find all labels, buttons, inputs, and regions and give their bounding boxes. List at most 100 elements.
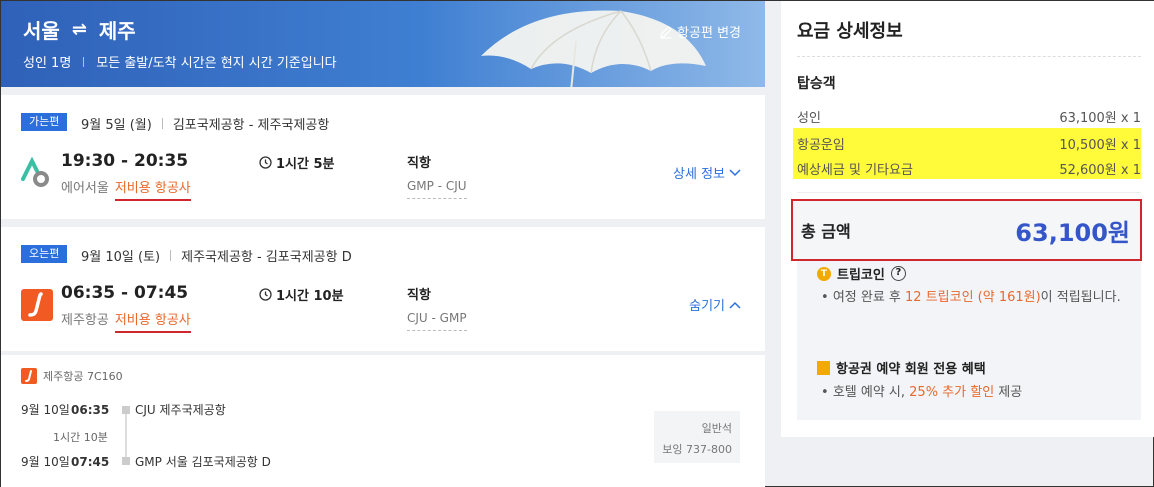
divider <box>170 250 172 261</box>
fare-details-panel: 요금 상세정보 탑승객 성인 63,100원 x 1 항공운임 10,500원 … <box>781 1 1154 437</box>
hotel-icon <box>817 360 830 375</box>
return-duration: 1시간 10분 <box>259 285 344 304</box>
return-airline-line: 제주항공 저비용 항공사 <box>61 309 191 333</box>
departure-time: 06:35 <box>71 402 110 417</box>
outbound-times: 19:30 - 20:35 <box>61 151 189 171</box>
aircraft-type: 보잉 737-800 <box>662 443 732 456</box>
fare-label: 예상세금 및 기타요금 <box>797 163 913 178</box>
change-flight-label: 항공편 변경 <box>677 26 741 41</box>
return-airline: 제주항공 <box>61 313 109 328</box>
outbound-flight-card: 가는편 9월 5일 (월) 김포국제공항 - 제주국제공항 19:30 - 20… <box>1 95 765 219</box>
jeju-air-logo-icon <box>21 289 53 321</box>
segment-header: 제주항공 7C160 <box>21 368 123 384</box>
total-amount: 63,100원 <box>1015 218 1130 247</box>
return-airport-codes: CJU - GMP <box>407 311 467 331</box>
divider <box>161 118 163 129</box>
return-tag: 오는편 <box>21 245 68 263</box>
change-flight-button[interactable]: 항공편 변경 <box>659 22 741 41</box>
route-header: 서울 ⇌ 제주 성인 1명 모든 출발/도착 시간은 현지 시간 기준입니다 항… <box>1 1 765 87</box>
arrival-time: 07:45 <box>71 454 110 469</box>
tripcoin-text-post: 이 적립됩니다. <box>1040 290 1121 305</box>
return-date-route: 9월 10일 (토) 제주국제공항 - 김포국제공항 D <box>81 246 352 265</box>
return-direct: 직항 <box>407 288 431 303</box>
member-benefit-title-row: 항공권 예약 회원 전용 혜택 <box>817 358 986 377</box>
outbound-airline: 에어서울 <box>61 181 109 196</box>
departure-airport: CJU 제주국제공항 <box>135 403 226 417</box>
fare-value: 63,100원 x 1 <box>1059 111 1141 126</box>
outbound-duration: 1시간 5분 <box>259 153 335 172</box>
chevron-up-icon <box>729 301 741 309</box>
benefits-box: T 트립코인 ? • 여정 완료 후 12 트립코인 (약 161원)이 적립됩… <box>797 254 1141 420</box>
fare-label: 항공운임 <box>797 138 845 153</box>
tripcoin-text: • 여정 완료 후 12 트립코인 (약 161원)이 적립됩니다. <box>821 290 1121 305</box>
member-benefit-title: 항공권 예약 회원 전용 혜택 <box>836 362 986 377</box>
return-toggle-label: 숨기기 <box>689 299 725 314</box>
chevron-down-icon <box>729 168 741 176</box>
outbound-airline-line: 에어서울 저비용 항공사 <box>61 177 191 201</box>
cabin-class: 일반석 <box>701 422 732 435</box>
segment-duration: 1시간 10분 <box>53 431 108 444</box>
fare-row-taxes: 예상세금 및 기타요금 52,600원 x 1 <box>797 159 1141 178</box>
coin-icon: T <box>817 266 831 281</box>
return-flight-card: 오는편 9월 10일 (토) 제주국제공항 - 김포국제공항 D 06:35 -… <box>1 227 765 351</box>
segment-arrival: 9월 10일 07:45 GMP 서울 김포국제공항 D <box>21 453 271 470</box>
clock-icon <box>259 156 272 169</box>
tripcoin-text-pre: 여정 완료 후 <box>832 290 906 305</box>
departure-date: 9월 10일 <box>21 403 70 417</box>
swap-arrows-icon: ⇌ <box>71 19 87 40</box>
segment-timeline <box>125 407 127 457</box>
arrival-airport: GMP 서울 김포국제공항 D <box>135 455 271 469</box>
outbound-tag: 가는편 <box>21 113 68 131</box>
total-amount-box: 총 금액 63,100원 <box>791 199 1142 261</box>
return-date: 9월 10일 (토) <box>81 250 161 265</box>
return-times: 06:35 - 07:45 <box>61 283 189 303</box>
outbound-toggle-label: 상세 정보 <box>673 167 725 182</box>
destination-city: 제주 <box>98 19 136 43</box>
return-duration-text: 1시간 10분 <box>276 289 344 304</box>
fare-row-adult: 성인 63,100원 x 1 <box>797 107 1141 126</box>
fare-label: 성인 <box>797 111 821 126</box>
fare-value: 10,500원 x 1 <box>1059 138 1141 153</box>
beach-umbrella-illustration <box>481 10 706 87</box>
outbound-airport-codes: GMP - CJU <box>407 179 467 199</box>
outbound-route: 김포국제공항 - 제주국제공항 <box>172 118 330 133</box>
jeju-air-logo-icon <box>21 368 37 384</box>
pencil-icon <box>660 25 672 39</box>
fare-title: 요금 상세정보 <box>797 21 903 42</box>
member-discount: 25% 추가 할인 <box>909 385 995 400</box>
total-label: 총 금액 <box>801 222 851 241</box>
divider <box>797 56 1141 57</box>
fare-value: 52,600원 x 1 <box>1059 163 1141 178</box>
help-icon[interactable]: ? <box>890 266 906 281</box>
tripcoin-amount: 12 트립코인 (약 161원) <box>905 290 1041 305</box>
clock-icon <box>259 288 272 301</box>
route-subline: 성인 1명 모든 출발/도착 시간은 현지 시간 기준입니다 <box>23 52 337 71</box>
tripcoin-title-row: T 트립코인 ? <box>817 264 906 283</box>
member-benefit-text: • 호텔 예약 시, 25% 추가 할인 제공 <box>821 385 1023 400</box>
lcc-label: 저비용 항공사 <box>114 309 191 333</box>
outbound-direct: 직항 <box>407 156 431 171</box>
arrival-date: 9월 10일 <box>21 455 70 469</box>
tripcoin-title: 트립코인 <box>837 268 885 283</box>
fare-row-airfare: 항공운임 10,500원 x 1 <box>797 134 1141 153</box>
lcc-label: 저비용 항공사 <box>114 177 191 201</box>
outbound-date-route: 9월 5일 (월) 김포국제공항 - 제주국제공항 <box>81 114 329 133</box>
cabin-info: 일반석 보잉 737-800 <box>654 411 740 463</box>
member-text-post: 제공 <box>994 385 1023 400</box>
outbound-details-toggle[interactable]: 상세 정보 <box>673 163 741 182</box>
route-title: 서울 ⇌ 제주 <box>23 15 136 44</box>
member-text-pre: 호텔 예약 시, <box>832 385 910 400</box>
divider <box>83 56 85 67</box>
segment-detail-card: 제주항공 7C160 9월 10일 06:35 CJU 제주국제공항 1시간 1… <box>1 355 765 487</box>
itinerary-panel: 서울 ⇌ 제주 성인 1명 모든 출발/도착 시간은 현지 시간 기준입니다 항… <box>1 1 765 487</box>
air-seoul-logo-icon <box>21 157 49 187</box>
passenger-section-title: 탑승객 <box>797 76 836 92</box>
timeline-dot <box>122 406 130 414</box>
origin-city: 서울 <box>23 19 60 43</box>
outbound-date: 9월 5일 (월) <box>81 118 152 133</box>
time-notice: 모든 출발/도착 시간은 현지 시간 기준입니다 <box>96 56 337 71</box>
divider <box>797 192 1141 193</box>
return-route: 제주국제공항 - 김포국제공항 D <box>181 250 352 265</box>
outbound-duration-text: 1시간 5분 <box>276 157 335 172</box>
return-details-toggle[interactable]: 숨기기 <box>689 295 741 314</box>
